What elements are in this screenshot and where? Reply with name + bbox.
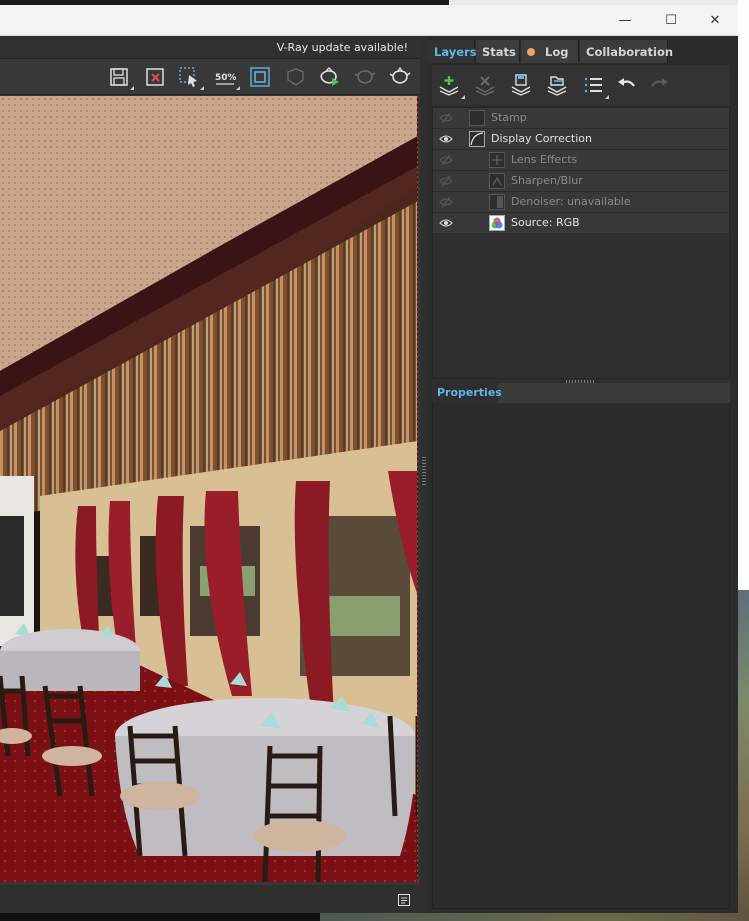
panel-tabs: Layers Stats Log Collaboration <box>428 37 738 63</box>
render-teapot-icon <box>354 70 376 84</box>
rendered-image <box>0 96 417 882</box>
render-interactive-button[interactable] <box>316 64 342 90</box>
render-teapot-alt-icon <box>389 66 411 84</box>
layers-tree: Stamp Display Correction Lens Effects Sh… <box>432 107 730 379</box>
load-layers-button[interactable] <box>544 73 570 97</box>
tab-log[interactable]: Log <box>521 40 579 63</box>
eye-icon[interactable] <box>439 133 453 145</box>
add-layer-icon <box>439 76 459 96</box>
sharpen-icon <box>489 173 505 189</box>
layer-row-denoiser[interactable]: Denoiser: unavailable <box>433 192 729 213</box>
region-select-icon <box>179 67 197 87</box>
denoiser-icon <box>489 194 505 210</box>
render-teapot-alt-button[interactable] <box>387 64 413 90</box>
layer-row-source-rgb[interactable]: Source: RGB <box>433 213 729 234</box>
layer-row-sharpen-blur[interactable]: Sharpen/Blur <box>433 171 729 192</box>
tab-layers[interactable]: Layers <box>428 40 477 63</box>
render-toolbar: 50% <box>0 59 420 95</box>
layer-name: Stamp <box>491 111 527 124</box>
maximize-icon: ☐ <box>665 12 677 28</box>
save-image-icon <box>110 68 128 86</box>
pane-splitter[interactable] <box>420 37 428 913</box>
properties-panel <box>432 403 730 909</box>
redo-button[interactable] <box>646 73 672 97</box>
update-banner: V-Ray update available! <box>0 37 420 59</box>
hidden-eye-icon[interactable] <box>439 154 453 166</box>
svg-text:50%: 50% <box>215 73 236 83</box>
minimize-button[interactable]: — <box>602 5 648 35</box>
layer-list-icon <box>585 77 602 93</box>
undo-icon <box>618 78 635 87</box>
layer-name: Source: RGB <box>511 216 580 229</box>
eye-icon[interactable] <box>439 217 453 229</box>
hidden-eye-icon[interactable] <box>439 196 453 208</box>
remove-layer-icon <box>475 76 495 96</box>
tab-layers-label: Layers <box>434 44 477 59</box>
save-layers-icon <box>511 74 531 96</box>
rgb-source-icon <box>489 215 505 231</box>
save-image-button[interactable] <box>106 64 134 90</box>
redo-icon <box>651 78 668 87</box>
history-panel-icon[interactable] <box>398 894 410 906</box>
desktop-background <box>738 0 749 921</box>
add-layer-button[interactable] <box>436 73 465 99</box>
load-layers-icon <box>547 76 567 96</box>
zoom-50-button[interactable]: 50% <box>212 64 240 90</box>
properties-header: Properties <box>432 383 730 403</box>
splitter-grip[interactable] <box>422 457 426 487</box>
render-pane: V-Ray update available! 50% <box>0 37 420 913</box>
properties-title: Properties <box>432 383 502 403</box>
layer-row-lens-effects[interactable]: Lens Effects <box>433 150 729 171</box>
update-link[interactable]: V-Ray update available! <box>277 41 408 54</box>
render-viewport[interactable] <box>0 96 418 882</box>
layer-name: Sharpen/Blur <box>511 174 583 187</box>
clear-image-button[interactable] <box>142 64 168 90</box>
layer-row-display-correction[interactable]: Display Correction <box>433 129 729 150</box>
layer-name: Lens Effects <box>511 153 578 166</box>
stamp-icon <box>469 110 485 126</box>
title-bar: — ☐ ✕ <box>0 5 738 36</box>
undo-button[interactable] <box>614 73 640 97</box>
log-warning-dot <box>527 47 535 56</box>
lock-camera-icon <box>287 68 304 86</box>
status-bar <box>0 885 420 913</box>
render-interactive-icon <box>320 67 339 86</box>
curve-icon <box>469 131 485 147</box>
render-region-icon <box>250 67 270 87</box>
layer-list-button[interactable] <box>580 73 609 99</box>
hidden-eye-icon[interactable] <box>439 175 453 187</box>
tab-stats-label: Stats <box>482 44 516 59</box>
layer-toolbar <box>432 65 730 105</box>
layer-name: Denoiser: unavailable <box>511 195 631 208</box>
save-layers-button[interactable] <box>508 73 534 97</box>
lens-effects-icon <box>489 152 505 168</box>
remove-layer-button[interactable] <box>472 73 498 97</box>
tab-log-label: Log <box>545 44 569 59</box>
hidden-eye-icon[interactable] <box>439 112 453 124</box>
tab-collaboration-label: Collaboration <box>586 44 674 59</box>
vfb-window: — ☐ ✕ V-Ray update available! 50% Layers… <box>0 5 738 913</box>
layer-row-stamp[interactable]: Stamp <box>433 108 729 129</box>
render-region-button[interactable] <box>247 64 273 90</box>
clear-image-icon <box>146 68 164 86</box>
lock-camera-button[interactable] <box>282 64 308 90</box>
render-teapot-button[interactable] <box>352 64 378 90</box>
maximize-button[interactable]: ☐ <box>648 5 694 35</box>
tab-collaboration[interactable]: Collaboration <box>580 40 673 63</box>
region-select-button[interactable] <box>176 64 204 90</box>
zoom-50-icon: 50% <box>215 73 236 85</box>
desktop-background <box>0 913 749 921</box>
layer-name: Display Correction <box>491 132 592 145</box>
tab-stats[interactable]: Stats <box>476 40 520 63</box>
minimize-icon: — <box>618 12 632 28</box>
close-icon: ✕ <box>709 12 721 28</box>
side-panel: Layers Stats Log Collaboration Stamp Dis… <box>428 37 738 913</box>
close-button[interactable]: ✕ <box>692 5 738 35</box>
